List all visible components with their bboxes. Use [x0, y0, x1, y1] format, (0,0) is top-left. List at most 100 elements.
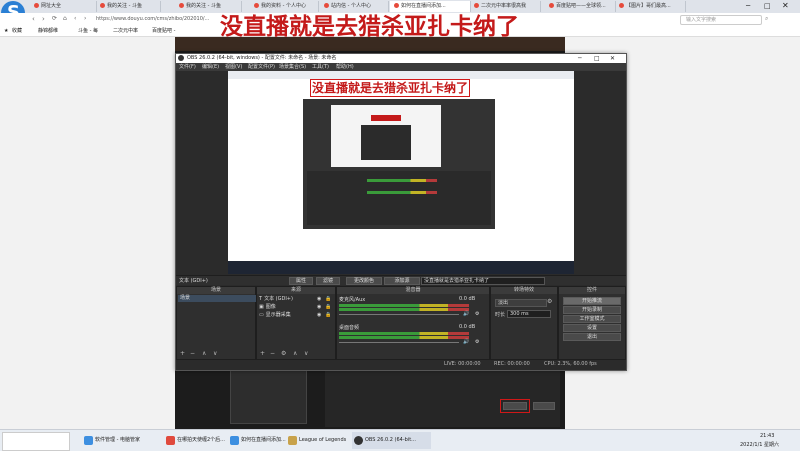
gear-icon[interactable]: ⚙	[547, 298, 552, 305]
search-input[interactable]: 输入文字搜索	[686, 16, 716, 23]
volume-slider[interactable]	[339, 314, 459, 315]
tab-5-active[interactable]: 如何在直播间添加...	[390, 1, 471, 12]
home-icon[interactable]: ⌂	[63, 15, 67, 22]
obs-title-text: OBS 26.0.2 (64-bit, windows) - 配置文件: 未命名…	[187, 55, 337, 61]
maximize-icon[interactable]: □	[764, 2, 771, 10]
filters-button[interactable]: 滤镜	[316, 277, 340, 285]
start-streaming-button[interactable]: 开始推流	[563, 297, 621, 305]
forward-arrow-icon[interactable]: ›	[84, 15, 86, 22]
clock-time[interactable]: 21:43	[760, 433, 774, 439]
obs-logo-icon	[178, 55, 184, 61]
tab-2[interactable]: 我的关注 - 斗鱼	[175, 1, 242, 12]
lock-icon[interactable]: 🔒	[325, 296, 331, 303]
site-icon	[100, 3, 105, 8]
visibility-eye-icon[interactable]: ◉	[317, 312, 321, 319]
remove-scene-icon[interactable]: −	[190, 350, 195, 357]
add-scene-icon[interactable]: +	[180, 350, 185, 357]
menu-file[interactable]: 文件(F)	[179, 63, 196, 71]
menu-view[interactable]: 视图(V)	[225, 63, 242, 71]
obs-minimize-icon[interactable]: ─	[578, 54, 582, 63]
lock-icon[interactable]: 🔒	[325, 312, 331, 319]
studio-mode-button[interactable]: 工作室模式	[563, 315, 621, 323]
preview-browser-bar	[228, 71, 574, 79]
minimize-icon[interactable]: ─	[746, 2, 750, 10]
tab-8[interactable]: 【图片】哥们最高...	[615, 1, 686, 12]
transition-select[interactable]: 淡出	[495, 299, 547, 307]
app-icon	[84, 436, 93, 445]
source-item-display[interactable]: ▭ 显示器采集 ◉ 🔒	[259, 312, 333, 319]
refresh-icon[interactable]: ⟳	[52, 15, 57, 22]
search-icon[interactable]: ⌕	[765, 15, 768, 23]
forward-icon[interactable]: ›	[42, 15, 45, 23]
taskbar-item-3[interactable]: League of Legends	[286, 432, 361, 449]
tab-0[interactable]: 网址大全	[30, 1, 97, 12]
volume-meter	[339, 308, 469, 311]
tab-4[interactable]: 站内信 - 个人中心	[320, 1, 389, 12]
close-icon[interactable]: ✕	[782, 1, 789, 10]
settings-button[interactable]: 设置	[563, 324, 621, 332]
search-box[interactable]: 输入文字搜索	[680, 15, 762, 25]
obs-maximize-icon[interactable]: □	[594, 54, 600, 63]
gear-icon[interactable]: ⚙	[475, 311, 479, 317]
tab-1[interactable]: 我的关注 - 斗鱼	[96, 1, 161, 12]
bookmark-2[interactable]: 斗鱼 - 每	[78, 26, 98, 36]
taskbar-item-0[interactable]: 软件管理 - 电脑管家	[82, 432, 173, 449]
track-name: 麦克风/Aux	[339, 297, 366, 303]
tab-3[interactable]: 我的资料 - 个人中心	[250, 1, 319, 12]
site-icon	[34, 3, 39, 8]
controls-title: 控件	[559, 287, 625, 294]
clock-date[interactable]: 2022/1/1 星期六	[740, 441, 779, 448]
taskbar-search[interactable]	[2, 432, 70, 451]
gear-icon[interactable]: ⚙	[281, 350, 286, 357]
speaker-icon[interactable]: 🔊	[463, 339, 469, 345]
start-recording-button[interactable]: 开始录制	[563, 306, 621, 314]
exit-button[interactable]: 退出	[563, 333, 621, 341]
source-item-text[interactable]: T 文本 (GDI+) ◉ 🔒	[259, 296, 333, 303]
menu-profile[interactable]: 配置文件(P)	[248, 63, 275, 71]
menu-tools[interactable]: 工具(T)	[312, 63, 329, 71]
mixer-track-mic: 桌面音频 0.0 dB 🔊 ⚙	[339, 324, 487, 345]
obs-close-icon[interactable]: ✕	[610, 54, 615, 63]
bookmark-3[interactable]: 二次元中率	[113, 26, 138, 36]
site-icon	[394, 3, 399, 8]
live-status: LIVE: 00:00:00	[444, 361, 481, 367]
duration-input[interactable]: 300 ms	[507, 310, 551, 318]
menu-scene-collection[interactable]: 场景集合(S)	[279, 63, 306, 71]
source-item-image[interactable]: ▣ 图像 ◉ 🔒	[259, 304, 333, 311]
obs-preview[interactable]: 没直播就是去猎杀亚扎卡纳了	[228, 71, 574, 274]
move-up-icon[interactable]: ∧	[202, 350, 206, 357]
tab-6[interactable]: 二次元中率率很高我	[470, 1, 541, 12]
lock-icon[interactable]: 🔒	[325, 304, 331, 311]
url-text[interactable]: https://www.douyu.com/cms/zhibo/202010/.…	[96, 16, 209, 22]
site-icon	[619, 3, 624, 8]
gear-icon[interactable]: ⚙	[475, 339, 479, 345]
taskbar-item-4[interactable]: OBS 26.0.2 (64-bit...	[352, 432, 431, 449]
controls-dock: 控件 开始推流 开始录制 工作室模式 设置 退出	[558, 286, 626, 360]
visibility-eye-icon[interactable]: ◉	[317, 296, 321, 303]
bookmark-1[interactable]: 静锦都维	[38, 26, 58, 36]
text-value-field[interactable]: 没直播就是去猎杀亚扎卡纳了	[421, 277, 545, 285]
move-down-icon[interactable]: ∨	[213, 350, 217, 357]
sources-dock-title: 来源	[257, 287, 335, 294]
menu-edit[interactable]: 编辑(E)	[202, 63, 219, 71]
cancel-button	[533, 402, 555, 410]
add-source-icon[interactable]: +	[260, 350, 265, 357]
audio-mixer-dock: 混音器 麦克风/Aux 0.0 dB 🔊 ⚙ 桌面音频 0.0 dB 🔊 ⚙	[336, 286, 490, 360]
bookmark-4[interactable]: 百度贴吧 -	[152, 26, 175, 36]
move-down-icon[interactable]: ∨	[304, 350, 308, 357]
add-source-button[interactable]: 添加源	[384, 277, 420, 285]
properties-button[interactable]: 属性	[289, 277, 313, 285]
bookmark-0[interactable]: 收藏	[12, 26, 22, 36]
volume-slider[interactable]	[339, 342, 459, 343]
back-arrow-icon[interactable]: ‹	[74, 15, 76, 22]
scene-item[interactable]: 场景	[178, 295, 256, 302]
move-up-icon[interactable]: ∧	[293, 350, 297, 357]
transitions-dock: 转场特效 淡出 ⚙ 时长 300 ms	[490, 286, 558, 360]
back-icon[interactable]: ‹	[32, 15, 35, 23]
tab-7[interactable]: 百度贴吧——全球领...	[545, 1, 616, 12]
menu-help[interactable]: 帮助(H)	[336, 63, 354, 71]
remove-source-icon[interactable]: −	[270, 350, 275, 357]
visibility-eye-icon[interactable]: ◉	[317, 304, 321, 311]
change-color-button[interactable]: 更改颜色	[346, 277, 382, 285]
speaker-icon[interactable]: 🔊	[463, 311, 469, 317]
